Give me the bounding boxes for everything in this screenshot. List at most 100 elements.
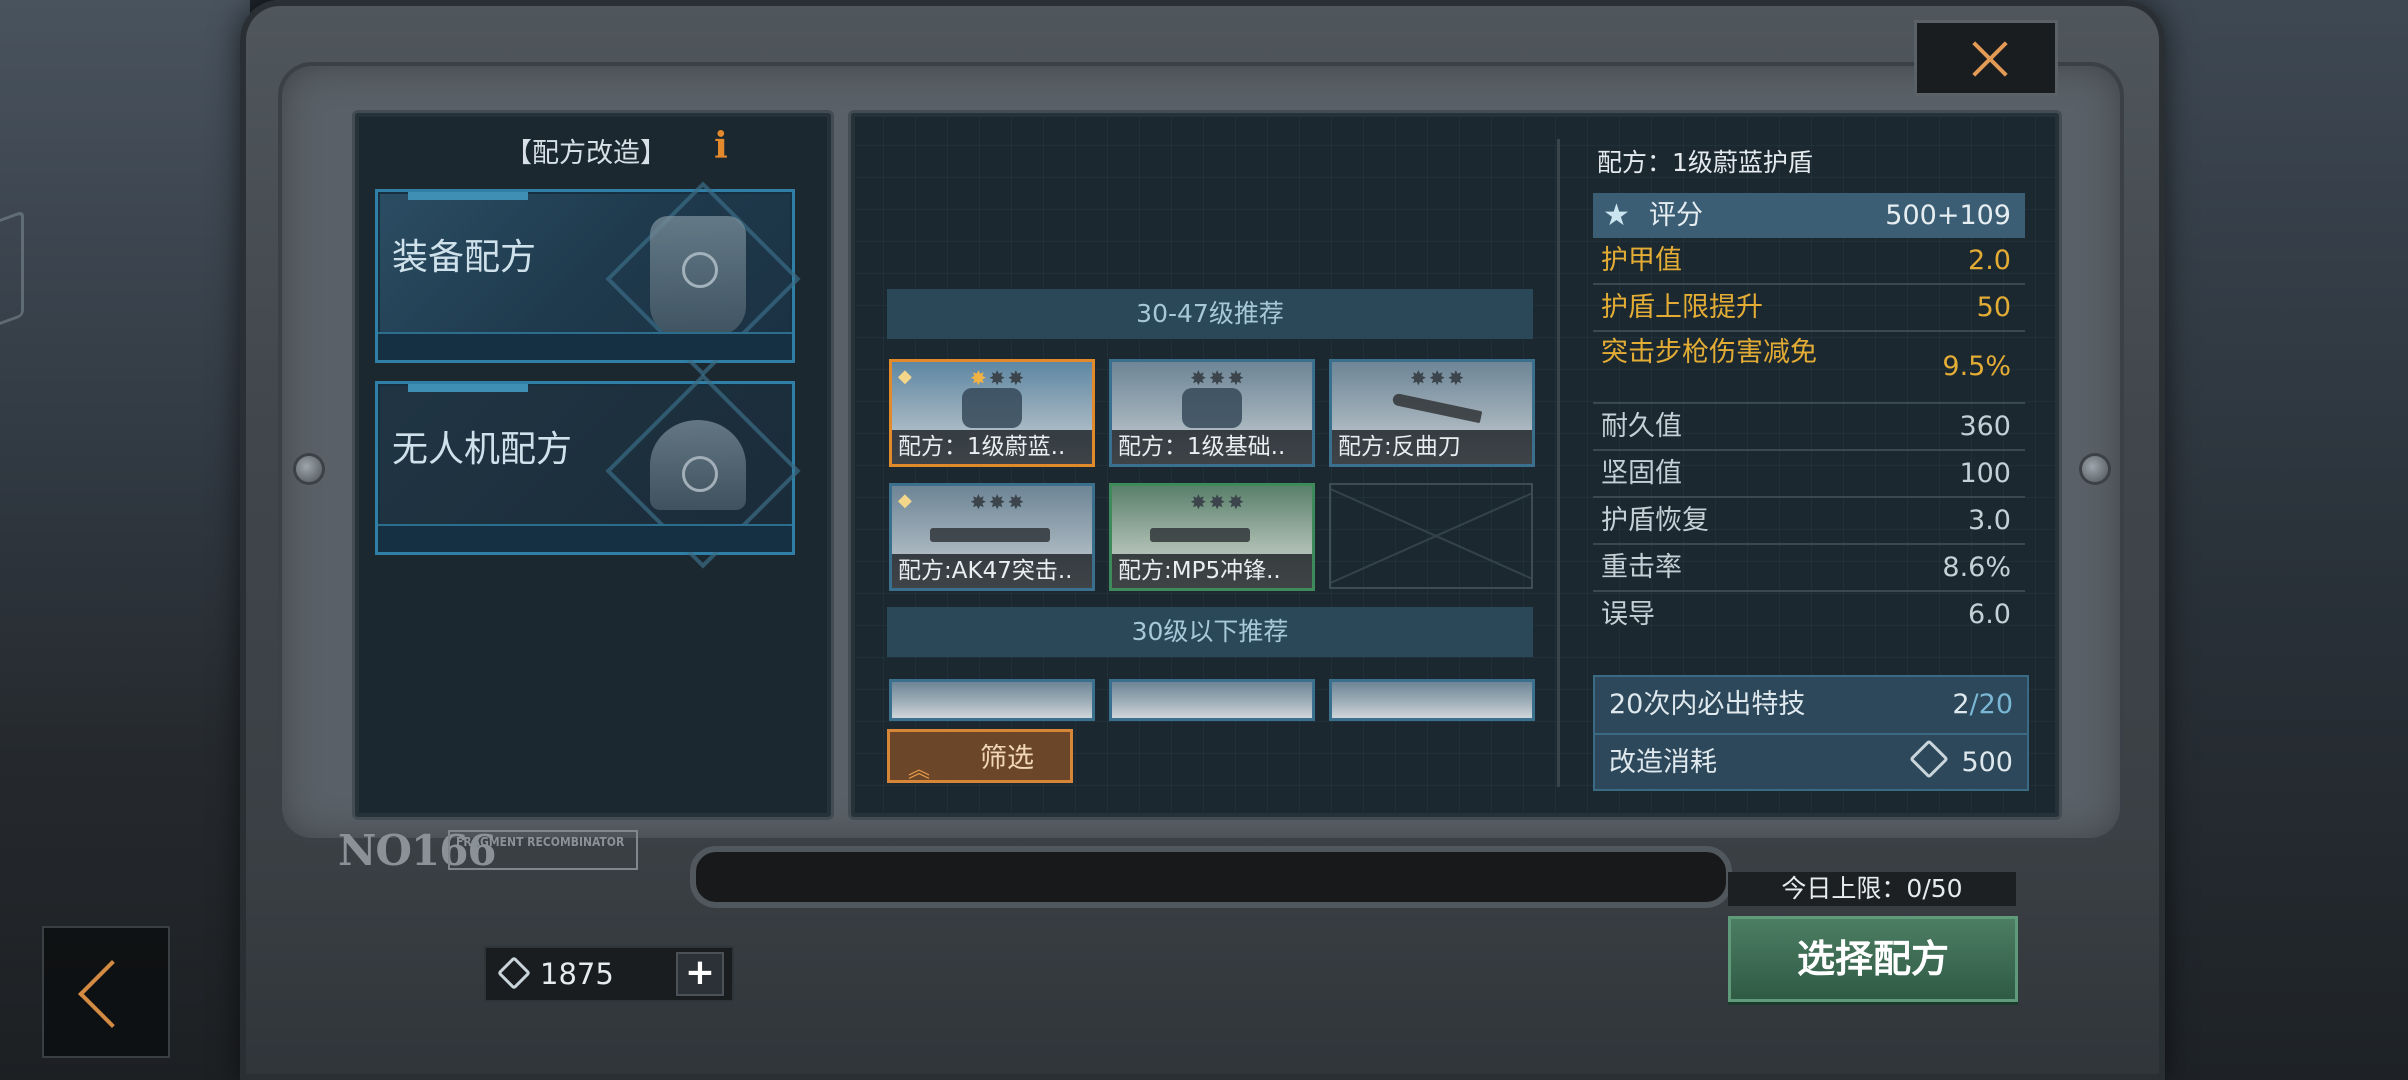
cost-label: 改造消耗 [1609,747,1717,778]
diamond-icon: ◆ [898,490,912,511]
star-rating: ✸✸✸ [970,490,1027,514]
cost-amount: 500 [1961,747,2013,778]
drone-icon [650,420,746,510]
back-button[interactable] [42,926,170,1058]
background-right [2128,0,2408,1080]
hex-decoration [0,210,24,336]
column-divider [1557,139,1560,787]
stat-name: 突击步枪伤害减免 [1601,337,1817,368]
stat-name: 护甲值 [1601,245,1682,276]
recipe-item[interactable]: ✸✸✸ 配方：1级基础.. [1109,359,1315,467]
section-header-below-30: 30级以下推荐 [887,607,1533,657]
filter-label: 筛选 [980,743,1034,774]
rifle-item-icon [930,528,1050,542]
add-currency-button[interactable]: + [676,952,724,996]
recipe-item[interactable] [889,679,1095,721]
stat-row: 误导 6.0 [1593,592,2025,637]
cost-row: 改造消耗 500 [1595,733,2027,791]
item-caption: 配方:MP5冲锋.. [1112,554,1312,588]
item-caption: 配方：1级蔚蓝.. [892,430,1092,464]
recipe-item[interactable]: ✸✸✸ 配方:反曲刀 [1329,359,1535,467]
diamond-icon: ◆ [898,366,912,387]
chevron-left-icon [78,960,146,1028]
special-info-box: 20次内必出特技 2/20 改造消耗 500 [1593,675,2029,791]
double-chevron-up-icon: ︽ [908,758,931,783]
daily-limit-label: 今日上限：0/50 [1728,872,2016,906]
progress-total: /20 [1969,689,2013,720]
card-topbar [408,384,528,392]
recipe-category-panel: 【配方改造】 i 装备配方 无人机配方 [352,110,834,820]
select-recipe-button[interactable]: 选择配方 [1728,916,2018,1002]
stat-row: 坚固值 100 [1593,451,2025,498]
card-label: 无人机配方 [392,429,573,470]
stat-value: 8.6% [1942,552,2011,583]
recipe-title: 配方：1级蔚蓝护盾 [1597,148,1813,177]
currency-amount: 1875 [540,957,614,991]
stats-table: ★ 评分 500+109 护甲值 2.0 护盾上限提升 50 突击步枪伤害减免 … [1593,193,2025,637]
stat-row: 护盾上限提升 50 [1593,285,2025,332]
star-rating: ✸✸✸ [970,366,1027,390]
stat-name: 评分 [1649,200,1703,231]
stat-name: 耐久值 [1601,411,1682,442]
stat-value: 2.0 [1968,245,2011,276]
stat-value: 500+109 [1885,200,2011,231]
stat-row: 护盾恢复 3.0 [1593,498,2025,545]
score-row: ★ 评分 500+109 [1593,193,2025,238]
recipe-item[interactable]: ◆ ✸✸✸ 配方:AK47突击.. [889,483,1095,591]
empty-slot [1329,483,1533,589]
stat-row: 护甲值 2.0 [1593,238,2025,285]
stat-value: 6.0 [1968,599,2011,630]
card-strip [378,332,792,360]
panel-title: 【配方改造】 [505,138,667,169]
item-caption: 配方:AK47突击.. [892,554,1092,588]
recipe-item[interactable]: ◆ ✸✸✸ 配方：1级蔚蓝.. [889,359,1095,467]
card-strip [378,524,792,552]
info-icon[interactable]: i [695,123,747,169]
star-rating: ✸✸✸ [1190,366,1247,390]
stat-row: 突击步枪伤害减免 9.5% [1593,332,2025,404]
recipe-item[interactable]: ✸✸✸ 配方:MP5冲锋.. [1109,483,1315,591]
background-left [0,0,250,1080]
drone-recipe-card[interactable]: 无人机配方 [375,373,801,569]
blade-item-icon [1391,392,1483,424]
recipe-list-panel: 30-47级推荐 ◆ ✸✸✸ 配方：1级蔚蓝.. ✸✸✸ 配方：1级基础.. ✸… [848,110,2062,820]
guaranteed-skill-label: 20次内必出特技 [1609,689,1806,720]
screw-right [2082,456,2108,482]
recipe-item[interactable] [1329,679,1535,721]
card-topbar [408,192,528,200]
stat-value: 360 [1959,411,2011,442]
recipe-item[interactable] [1109,679,1315,721]
stat-name: 坚固值 [1601,458,1682,489]
stat-value: 100 [1959,458,2011,489]
cube-currency-icon [497,956,531,990]
stat-row: 重击率 8.6% [1593,545,2025,592]
equipment-recipe-card[interactable]: 装备配方 [375,181,801,377]
stat-value: 50 [1976,292,2011,323]
device-slot [690,846,1732,908]
item-caption: 配方:反曲刀 [1332,430,1532,464]
armor-icon [650,216,746,336]
stat-value: 9.5% [1942,351,2011,382]
cost-value: 500 [1909,735,2013,791]
smg-item-icon [1150,528,1250,542]
section-header-30-47: 30-47级推荐 [887,289,1533,339]
progress-current: 2 [1952,689,1970,720]
star-badge-icon: ★ [1603,198,1630,233]
star-rating: ✸✸✸ [1190,490,1247,514]
close-button[interactable] [1914,20,2058,96]
shield-item-icon [962,388,1022,428]
stat-name: 护盾上限提升 [1601,292,1763,323]
stat-name: 护盾恢复 [1601,505,1709,536]
device-tag: FRAGMENT RECOMBINATOR [448,830,638,870]
cube-currency-icon [1909,739,1950,779]
star-rating: ✸✸✸ [1410,366,1467,390]
stat-name: 重击率 [1601,552,1682,583]
item-caption: 配方：1级基础.. [1112,430,1312,464]
screw-left [296,456,322,482]
guaranteed-skill-progress: 2/20 [1952,677,2013,733]
stat-row: 耐久值 360 [1593,404,2025,451]
stat-value: 3.0 [1968,505,2011,536]
guaranteed-skill-row: 20次内必出特技 2/20 [1595,677,2027,733]
stat-name: 误导 [1601,599,1655,630]
filter-button[interactable]: ︽ 筛选 [887,729,1073,783]
